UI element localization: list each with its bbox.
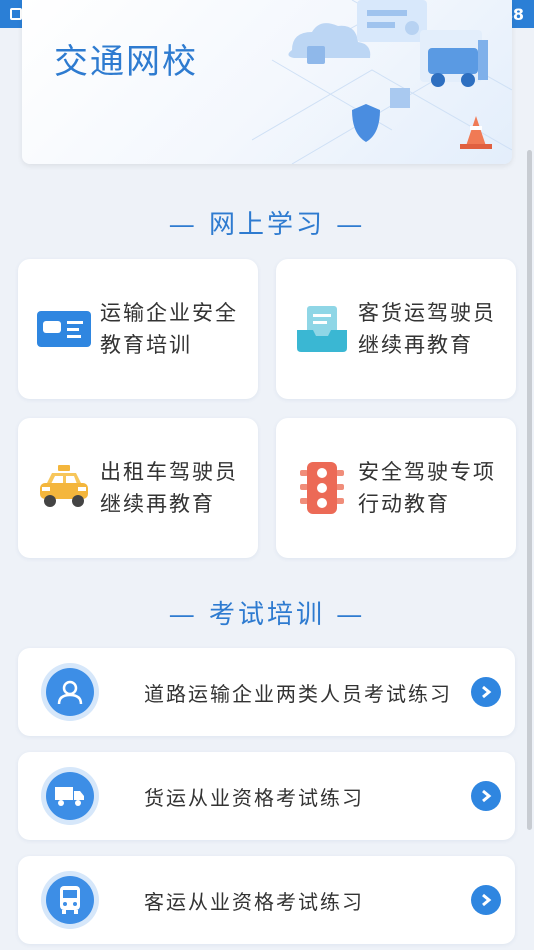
truck-icon <box>46 772 94 820</box>
banner[interactable]: 交通网校 <box>22 0 512 164</box>
scrollbar[interactable] <box>527 150 532 830</box>
tile-label-line1: 客货运驾驶员 <box>358 301 496 325</box>
tile-taxi-driver-education[interactable]: 出租车驾驶员 继续再教育 <box>18 418 258 558</box>
shield-icon <box>352 104 380 142</box>
status-left <box>10 8 22 20</box>
tile-label-line1: 安全驾驶专项 <box>358 460 496 484</box>
exam-item-label: 道路运输企业两类人员考试练习 <box>144 681 452 706</box>
banner-title: 交通网校 <box>54 42 198 82</box>
exam-item-freight-qualification[interactable]: 货运从业资格考试练习 <box>18 752 515 840</box>
exam-item-passenger-qualification[interactable]: 客运从业资格考试练习 <box>18 856 515 944</box>
traffic-cone-icon <box>466 116 486 146</box>
tile-label: 客货运驾驶员 继续再教育 <box>358 297 508 361</box>
notification-icon <box>10 8 22 20</box>
exam-item-label: 货运从业资格考试练习 <box>144 785 364 810</box>
chevron-right-icon[interactable] <box>471 781 501 811</box>
id-card-icon <box>36 301 92 357</box>
tile-driver-continuing-education[interactable]: 客货运驾驶员 继续再教育 <box>276 259 516 399</box>
inbox-tray-icon <box>294 301 350 357</box>
taxi-icon <box>36 460 92 516</box>
bus-icon <box>46 876 94 924</box>
section-title-exam-training: — 考试培训 — <box>168 600 366 630</box>
exam-item-label: 客运从业资格考试练习 <box>144 889 364 914</box>
tile-label: 出租车驾驶员 继续再教育 <box>100 456 250 520</box>
tile-label-line2: 继续再教育 <box>100 492 215 516</box>
traffic-light-icon <box>294 460 350 516</box>
exam-item-two-categories-personnel[interactable]: 道路运输企业两类人员考试练习 <box>18 648 515 736</box>
chevron-right-icon[interactable] <box>471 885 501 915</box>
tile-label-line1: 出租车驾驶员 <box>100 460 238 484</box>
banner-illustration <box>252 0 512 164</box>
tile-transport-safety-training[interactable]: 运输企业安全 教育培训 <box>18 259 258 399</box>
chevron-right-icon[interactable] <box>471 677 501 707</box>
tile-label-line2: 教育培训 <box>100 333 192 357</box>
tile-label-line1: 运输企业安全 <box>100 301 238 325</box>
tile-label: 运输企业安全 教育培训 <box>100 297 250 361</box>
tile-label-line2: 继续再教育 <box>358 333 473 357</box>
tile-safe-driving-campaign[interactable]: 安全驾驶专项 行动教育 <box>276 418 516 558</box>
tile-label: 安全驾驶专项 行动教育 <box>358 456 508 520</box>
user-icon <box>46 668 94 716</box>
tile-label-line2: 行动教育 <box>358 492 450 516</box>
section-title-online-learning: — 网上学习 — <box>168 210 366 240</box>
